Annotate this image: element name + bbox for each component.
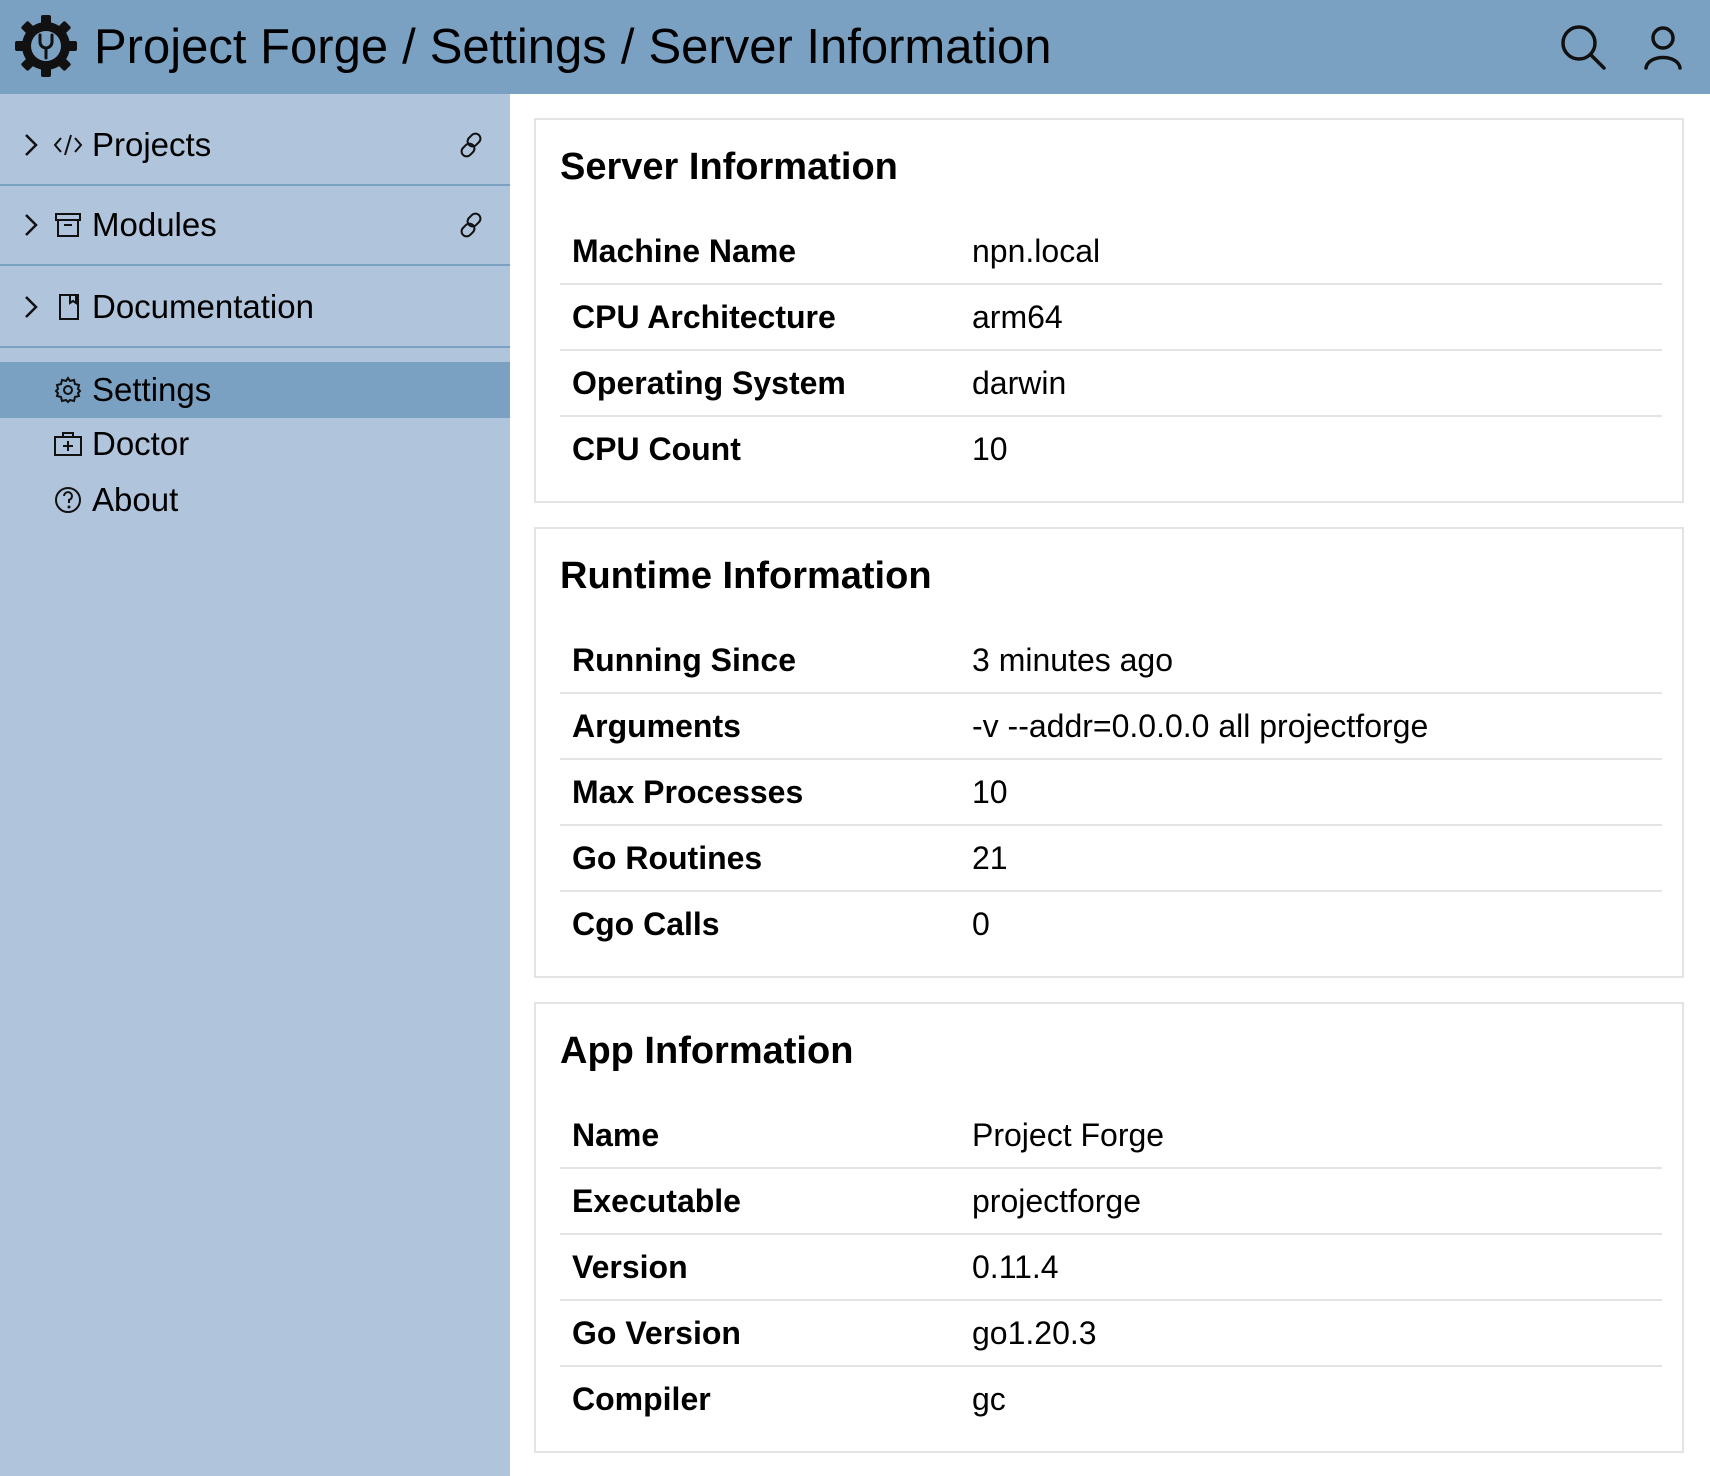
- runtime-information-card: Runtime Information Running Since 3 minut…: [534, 527, 1684, 978]
- sidebar-section-documentation[interactable]: Documentation: [0, 268, 510, 348]
- row-key: Max Processes: [560, 759, 960, 826]
- breadcrumb-separator: /: [620, 20, 635, 74]
- book-icon: [59, 294, 79, 320]
- chevron-right-icon[interactable]: [22, 212, 40, 238]
- row-value: 10: [960, 759, 1662, 826]
- row-value: -v --addr=0.0.0.0 all projectforge: [960, 693, 1662, 760]
- top-bar: Project Forge / Settings / Server Informatio…: [0, 0, 1710, 94]
- row-key: Compiler: [572, 1380, 711, 1417]
- info-table: Running Since 3 minutes ago Arguments -v -…: [560, 628, 1662, 956]
- sidebar-item-label: Settings: [92, 371, 212, 408]
- row-value: Project Forge: [960, 1103, 1662, 1169]
- row-key: Cgo Calls: [572, 905, 720, 942]
- sidebar: Projects Modules Documentation Settings …: [0, 94, 510, 1476]
- gear-icon: [54, 376, 82, 404]
- chevron-right-icon[interactable]: [22, 132, 40, 158]
- row-value: projectforge: [960, 1168, 1662, 1235]
- table-row: Machine Name npn.local: [560, 219, 1662, 285]
- row-key: Arguments: [560, 693, 960, 760]
- info-table: Machine Name npn.local CPU Architecture ar…: [560, 219, 1662, 481]
- app-information-card: App Information Name Project Forge Execut…: [534, 1002, 1684, 1453]
- search-icon[interactable]: [1558, 22, 1608, 72]
- link-icon[interactable]: [456, 210, 486, 240]
- table-row: Running Since 3 minutes ago: [560, 628, 1662, 694]
- main-content: Server Information Machine Name npn.local…: [510, 94, 1710, 1476]
- row-value: 0.11.4: [960, 1234, 1662, 1301]
- sidebar-section-label: Documentation: [92, 288, 314, 325]
- gear-logo-icon[interactable]: [13, 13, 79, 79]
- breadcrumb-separator: /: [402, 20, 416, 74]
- link-icon[interactable]: [456, 130, 486, 160]
- row-key: Go Routines: [560, 825, 960, 892]
- row-key: CPU Architecture: [560, 284, 960, 351]
- chevron-right-icon[interactable]: [22, 294, 40, 320]
- row-value: darwin: [960, 350, 1662, 417]
- breadcrumb-project-forge[interactable]: Project Forge: [94, 20, 388, 74]
- row-key: Go Version: [560, 1300, 960, 1367]
- sidebar-section-modules[interactable]: Modules: [0, 186, 510, 266]
- sidebar-item-settings[interactable]: Settings: [0, 362, 510, 418]
- sidebar-section-label: Modules: [92, 206, 217, 243]
- row-key: Executable: [560, 1168, 960, 1235]
- table-row: Executable projectforge: [560, 1168, 1662, 1235]
- table-row: Go Routines 21: [560, 825, 1662, 892]
- row-key: Version: [560, 1234, 960, 1301]
- card-title: App Information: [560, 1030, 854, 1072]
- row-key: CPU Count: [572, 430, 741, 467]
- sidebar-section-label: Projects: [92, 126, 212, 163]
- table-row: Name Project Forge: [560, 1103, 1662, 1169]
- info-table: Name Project Forge Executable projectforge…: [560, 1103, 1662, 1431]
- table-row: Arguments -v --addr=0.0.0.0 all projectfo…: [560, 693, 1662, 760]
- table-row: Operating System darwin: [560, 350, 1662, 417]
- table-row: Go Version go1.20.3: [560, 1300, 1662, 1367]
- row-key: Machine Name: [560, 219, 960, 285]
- table-row: CPU Architecture arm64: [560, 284, 1662, 351]
- user-icon[interactable]: [1638, 22, 1688, 72]
- table-row: Version 0.11.4: [560, 1234, 1662, 1301]
- sidebar-item-doctor[interactable]: Doctor: [0, 416, 510, 472]
- row-value: arm64: [960, 284, 1662, 351]
- row-value: npn.local: [960, 219, 1662, 285]
- sidebar-item-label: About: [92, 481, 179, 518]
- table-row: Max Processes 10: [560, 759, 1662, 826]
- table-row: CPU Count 10: [560, 416, 1662, 481]
- sidebar-item-label: Doctor: [92, 425, 190, 462]
- row-value: 3 minutes ago: [960, 628, 1662, 694]
- row-key: Name: [560, 1103, 960, 1169]
- sidebar-section-projects[interactable]: Projects: [0, 106, 510, 186]
- table-row: Compiler gc: [560, 1366, 1662, 1431]
- card-title: Runtime Information: [560, 555, 932, 597]
- archive-icon: [55, 213, 81, 237]
- card-title: Server Information: [560, 146, 898, 188]
- question-icon: [55, 487, 81, 513]
- server-information-card: Server Information Machine Name npn.local…: [534, 118, 1684, 503]
- row-value: 21: [960, 825, 1662, 892]
- breadcrumb: Project Forge / Settings / Server Informatio…: [94, 0, 1052, 94]
- row-value: go1.20.3: [960, 1300, 1662, 1367]
- code-icon: [53, 134, 83, 156]
- row-value: 0: [972, 905, 990, 942]
- table-row: Cgo Calls 0: [560, 891, 1662, 956]
- breadcrumb-settings[interactable]: Settings: [430, 20, 607, 74]
- breadcrumb-server-information[interactable]: Server Information: [648, 20, 1051, 74]
- sidebar-item-about[interactable]: About: [0, 472, 510, 528]
- row-key: Operating System: [560, 350, 960, 417]
- medkit-icon: [54, 432, 82, 456]
- row-key: Running Since: [560, 628, 960, 694]
- row-value: gc: [972, 1380, 1006, 1417]
- row-value: 10: [972, 430, 1008, 467]
